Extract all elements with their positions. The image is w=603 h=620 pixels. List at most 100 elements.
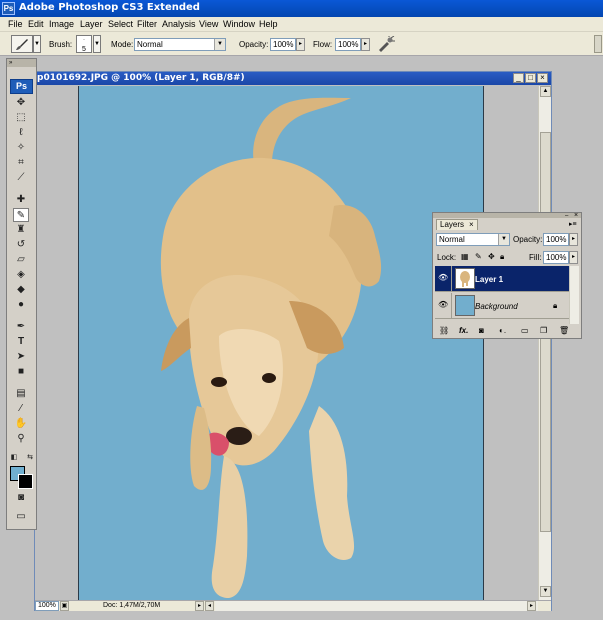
opacity-input[interactable]: 100% [270,38,296,51]
hand-tool-icon[interactable]: ✋ [13,417,29,431]
blur-tool-icon[interactable]: ◆ [13,283,29,297]
fill-input[interactable]: 100% [543,251,569,264]
slice-tool-icon[interactable]: ⟋ [13,171,29,185]
photoshop-logo[interactable]: Ps [10,79,33,94]
close-icon[interactable]: × [469,220,474,230]
clone-stamp-tool-icon[interactable]: ♜ [13,223,29,237]
screen-mode-icon[interactable]: ▭ [13,510,29,524]
brush-picker-dropdown[interactable]: ▼ [93,35,101,53]
eraser-tool-icon[interactable]: ▱ [13,253,29,267]
lock-transparency-icon[interactable]: ▦ [461,252,469,261]
zoom-tool-icon[interactable]: ⚲ [13,432,29,446]
scroll-left-arrow[interactable]: ◂ [205,601,214,611]
scroll-down-arrow[interactable]: ▼ [540,586,551,597]
minimize-button[interactable]: _ [513,73,524,83]
lock-all-icon[interactable]: 🔒︎ [500,252,504,262]
move-tool-icon[interactable]: ✥ [13,96,29,110]
status-info-menu-button[interactable]: ▸ [195,601,204,611]
marquee-tool-icon[interactable]: ⬚ [13,111,29,125]
menu-file[interactable]: File [8,19,23,29]
menu-select[interactable]: Select [108,19,133,29]
panel-menu-icon[interactable]: ▸≡ [569,220,577,228]
horizontal-scrollbar[interactable] [215,601,538,611]
background-color-swatch[interactable] [18,474,33,489]
brush-size-picker[interactable]: · 5 [76,35,92,53]
tab-layers[interactable]: Layers × [436,219,478,230]
layer-row-background[interactable]: 👁︎ Background 🔒︎ [435,293,569,319]
quick-mask-icon[interactable]: ◙ [13,491,29,505]
menu-help[interactable]: Help [259,19,278,29]
layer-style-icon[interactable]: fx. [459,326,468,335]
layers-scrollbar[interactable] [569,266,579,324]
trash-icon[interactable]: 🗑︎ [559,326,569,335]
eye-icon[interactable]: 👁︎ [438,274,448,282]
new-group-icon[interactable]: ▭ [521,326,529,335]
swap-colors-icon[interactable]: ⇆ [26,451,34,465]
eyedropper-tool-icon[interactable]: ⁄ [13,402,29,416]
lock-pixels-icon[interactable]: ✎ [475,252,482,261]
history-brush-tool-icon[interactable]: ↺ [13,238,29,252]
layer-opacity-input[interactable]: 100% [543,233,569,246]
menu-view[interactable]: View [199,19,218,29]
tool-preset-dropdown[interactable]: ▼ [33,35,41,53]
palette-well-handle[interactable] [594,35,602,53]
airbrush-icon[interactable] [377,36,395,52]
menu-layer[interactable]: Layer [80,19,103,29]
layer-divider [451,266,452,292]
layer-name[interactable]: Layer 1 [475,275,503,284]
puppy-thumbnail-icon [460,271,470,287]
flow-slider-button[interactable]: ▸ [361,38,370,51]
lasso-tool-icon[interactable]: ℓ [13,126,29,140]
app-title-bar: Ps Adobe Photoshop CS3 Extended [0,0,603,17]
tool-preset-picker[interactable] [11,35,33,53]
zoom-level-input[interactable]: 100% [35,601,59,611]
healing-brush-tool-icon[interactable]: ✚ [13,193,29,207]
layer-divider [451,293,452,319]
paint-bucket-tool-icon[interactable]: ◈ [13,268,29,282]
scroll-right-arrow[interactable]: ▸ [527,601,536,611]
layer-row-layer-1[interactable]: 👁︎ Layer 1 [435,266,569,292]
opacity-slider-button[interactable]: ▸ [296,38,305,51]
menu-filter[interactable]: Filter [137,19,157,29]
close-button[interactable]: × [537,73,548,83]
image-canvas[interactable] [78,86,484,600]
layer-opacity-slider-button[interactable]: ▸ [569,233,578,246]
add-mask-icon[interactable]: ◙ [479,326,484,335]
rectangle-tool-icon[interactable]: ■ [13,365,29,379]
adjustment-layer-icon[interactable]: ◐. [499,326,506,335]
menu-image[interactable]: Image [49,19,74,29]
vertical-scrollbar[interactable]: ▲ ▼ [538,86,551,600]
link-layers-icon[interactable]: ⛓︎ [439,326,449,335]
flow-input[interactable]: 100% [335,38,361,51]
menu-edit[interactable]: Edit [28,19,44,29]
document-title-bar: p0101692.JPG @ 100% (Layer 1, RGB/8#) _ … [35,72,551,85]
document-size-info: Doc: 1,47M/2,70M [103,602,161,609]
dodge-tool-icon[interactable]: ● [13,298,29,312]
scroll-up-arrow[interactable]: ▲ [540,86,551,97]
panel-close-button[interactable]: × [574,212,578,219]
opacity-label: Opacity: [239,40,269,49]
status-menu-icon[interactable]: ▣ [60,601,69,611]
panel-minimize-button[interactable]: – [565,213,568,219]
type-tool-icon[interactable]: T [13,335,29,349]
notes-tool-icon[interactable]: ▤ [13,387,29,401]
default-colors-icon[interactable]: ◧ [10,451,18,465]
menu-window[interactable]: Window [223,19,255,29]
maximize-button[interactable]: □ [525,73,536,83]
layer-name[interactable]: Background [475,302,518,311]
menu-analysis[interactable]: Analysis [162,19,196,29]
path-selection-tool-icon[interactable]: ➤ [13,350,29,364]
pen-tool-icon[interactable]: ✒ [13,320,29,334]
layer-thumbnail [455,295,475,316]
eye-icon[interactable]: 👁︎ [438,301,448,309]
new-layer-icon[interactable]: ❐ [540,326,547,335]
crop-tool-icon[interactable]: ⌗ [13,156,29,170]
brush-tool-icon[interactable]: ✎ [13,208,29,222]
mode-select[interactable]: Normal ▼ [134,38,226,51]
lock-position-icon[interactable]: ✥ [488,252,495,261]
layers-panel-grip[interactable] [433,213,581,218]
magic-wand-tool-icon[interactable]: ✧ [13,141,29,155]
fill-slider-button[interactable]: ▸ [569,251,578,264]
toolbox-grip[interactable]: » [7,59,36,67]
blend-mode-select[interactable]: Normal ▼ [436,233,510,246]
